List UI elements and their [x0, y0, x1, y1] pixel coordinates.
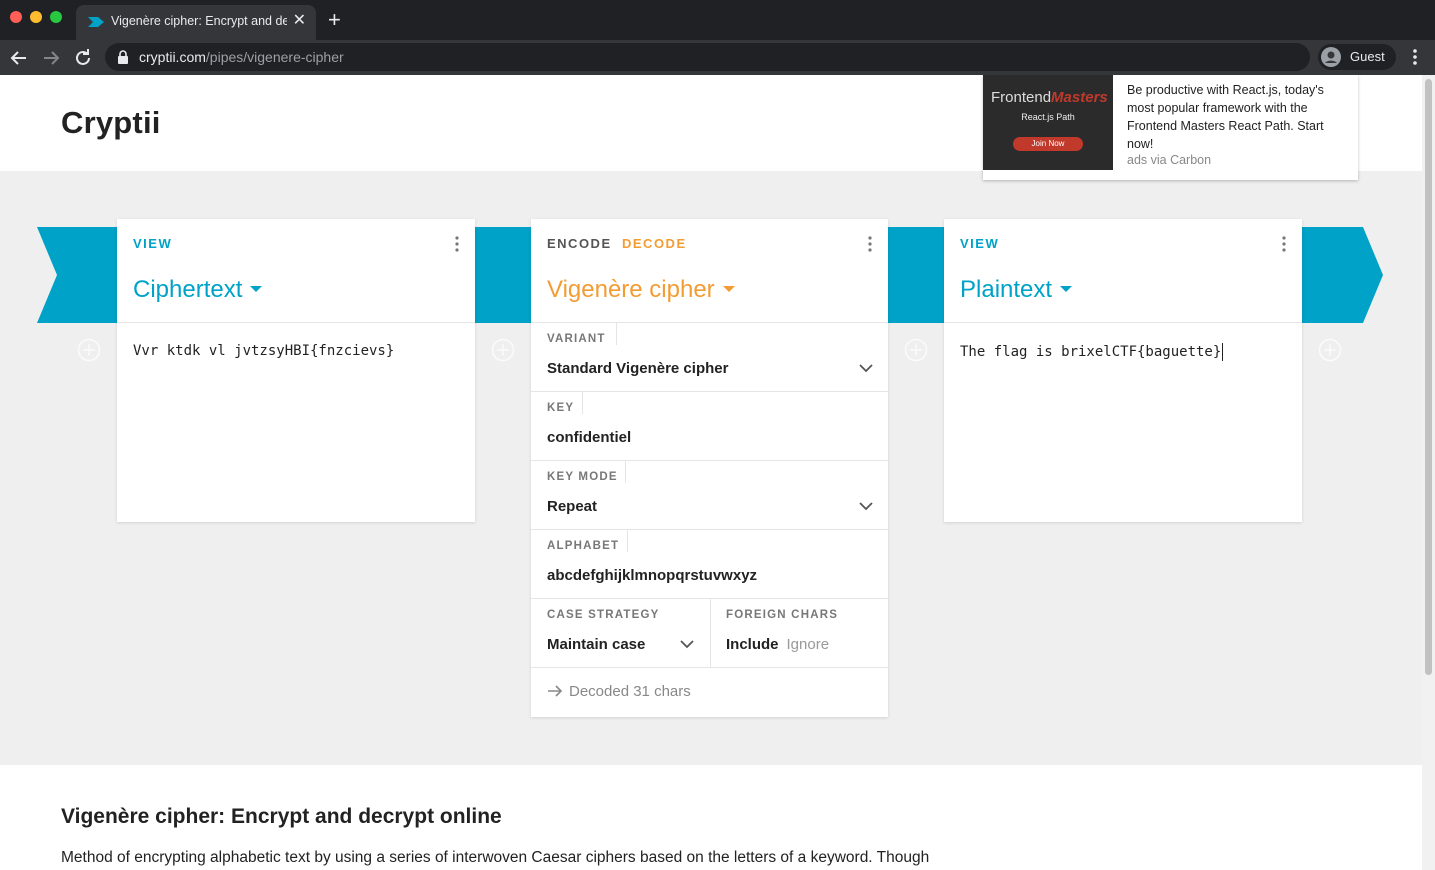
foreign-chars-label: FOREIGN CHARS — [726, 609, 839, 621]
browser-tabbar: Vigenère cipher: Encrypt and decrypt onl… — [0, 0, 1435, 40]
site-logo[interactable]: Cryptii — [61, 105, 161, 141]
vigenere-card-header: ENCODE DECODE Vigenère cipher — [531, 219, 888, 323]
forward-arrow-icon[interactable] — [39, 46, 63, 70]
chevron-down-icon[interactable] — [859, 501, 873, 511]
article-section: Vigenère cipher: Encrypt and decrypt onl… — [0, 765, 1422, 870]
add-brick-2-icon[interactable] — [491, 338, 515, 362]
browser-tab[interactable]: Vigenère cipher: Encrypt and decrypt onl… — [76, 5, 316, 40]
ciphertext-card: VIEW Ciphertext Vvr ktdk vl jvtzsyHBI{fn… — [117, 219, 475, 522]
avatar-icon — [1321, 47, 1341, 67]
caret-down-icon — [250, 285, 263, 292]
caret-down-icon — [1060, 285, 1073, 292]
ad-path-label: React.js Path — [1021, 112, 1075, 122]
add-brick-1-icon[interactable] — [77, 338, 101, 362]
profile-label: Guest — [1350, 49, 1385, 64]
variant-select[interactable]: Standard Vigenère cipher — [547, 360, 728, 377]
chevron-down-icon[interactable] — [680, 639, 694, 649]
ciphertext-card-header: VIEW Ciphertext — [117, 219, 475, 323]
new-tab-button[interactable]: + — [328, 8, 341, 32]
article-title: Vigenère cipher: Encrypt and decrypt onl… — [61, 805, 502, 828]
ad-via-link[interactable]: ads via Carbon — [1127, 153, 1211, 167]
page-content: Cryptii FrontendMasters React.js Path Jo… — [0, 75, 1422, 870]
case-foreign-row: CASE STRATEGY Maintain case FOREIGN CHAR… — [531, 599, 888, 668]
ad-text[interactable]: Be productive with React.js, today's mos… — [1127, 81, 1339, 153]
page-scrollbar[interactable] — [1422, 75, 1435, 870]
text-cursor — [1222, 343, 1224, 361]
key-field[interactable]: KEY confidentiel — [531, 392, 888, 461]
add-brick-4-icon[interactable] — [1318, 338, 1342, 362]
cryptii-favicon-icon — [88, 17, 104, 27]
plaintext-card-header: VIEW Plaintext — [944, 219, 1302, 323]
reload-icon[interactable] — [71, 46, 95, 70]
alphabet-label: ALPHABET — [547, 540, 620, 552]
url-text: cryptii.com/pipes/vigenere-cipher — [139, 49, 344, 65]
minimize-window-button[interactable] — [30, 11, 42, 23]
case-strategy-select[interactable]: Maintain case — [547, 636, 645, 653]
key-mode-select[interactable]: Repeat — [547, 498, 597, 515]
field-divider — [710, 599, 711, 668]
alphabet-field[interactable]: ALPHABET abcdefghijklmnopqrstuvwxyz — [531, 530, 888, 599]
alphabet-input[interactable]: abcdefghijklmnopqrstuvwxyz — [547, 567, 757, 584]
tab-close-icon[interactable]: ✕ — [293, 11, 306, 31]
browser-menu-icon[interactable] — [1406, 47, 1424, 67]
foreign-chars-toggle[interactable]: Include Ignore — [726, 636, 829, 653]
decode-tab[interactable]: DECODE — [622, 236, 687, 251]
lock-icon — [118, 50, 128, 64]
encode-tab[interactable]: ENCODE — [547, 236, 612, 251]
article-text: Method of encrypting alphabetic text by … — [61, 849, 930, 866]
profile-button[interactable]: Guest — [1318, 44, 1396, 70]
key-mode-field[interactable]: KEY MODE Repeat — [531, 461, 888, 530]
more-options-icon[interactable] — [1278, 235, 1290, 253]
more-options-icon[interactable] — [864, 235, 876, 253]
plaintext-card: VIEW Plaintext The flag is brixelCTF{bag… — [944, 219, 1302, 522]
ciphertext-title-dropdown[interactable]: Ciphertext — [133, 276, 263, 304]
chevron-down-icon[interactable] — [859, 363, 873, 373]
foreign-ignore-option[interactable]: Ignore — [787, 636, 830, 653]
plaintext-title-dropdown[interactable]: Plaintext — [960, 276, 1073, 304]
key-label: KEY — [547, 402, 575, 414]
caret-down-icon — [722, 285, 735, 292]
field-divider — [627, 530, 628, 552]
case-strategy-label: CASE STRATEGY — [547, 609, 660, 621]
close-window-button[interactable] — [10, 11, 22, 23]
arrow-right-icon — [548, 685, 563, 697]
add-brick-3-icon[interactable] — [904, 338, 928, 362]
field-divider — [616, 323, 617, 345]
maximize-window-button[interactable] — [50, 11, 62, 23]
ad-brand: FrontendMasters — [991, 89, 1108, 106]
carbon-ad[interactable]: FrontendMasters React.js Path Join Now B… — [983, 75, 1358, 180]
tab-title: Vigenère cipher: Encrypt and decrypt onl… — [111, 14, 287, 28]
plaintext-textarea[interactable]: The flag is brixelCTF{baguette} — [960, 343, 1224, 361]
decode-status: Decoded 31 chars — [547, 683, 691, 700]
pipe-workspace: VIEW Ciphertext Vvr ktdk vl jvtzsyHBI{fn… — [0, 171, 1422, 765]
variant-field[interactable]: VARIANT Standard Vigenère cipher — [531, 323, 888, 392]
decode-status-text: Decoded 31 chars — [569, 683, 691, 700]
ciphertext-textarea[interactable]: Vvr ktdk vl jvtzsyHBI{fnzcievs} — [133, 343, 394, 359]
address-bar[interactable]: cryptii.com/pipes/vigenere-cipher — [105, 43, 1310, 71]
foreign-include-option[interactable]: Include — [726, 636, 779, 653]
scrollbar-thumb[interactable] — [1425, 79, 1432, 675]
variant-label: VARIANT — [547, 333, 606, 345]
field-divider — [625, 461, 626, 483]
back-arrow-icon[interactable] — [7, 46, 31, 70]
pipe-end-arrow — [1301, 227, 1383, 323]
view-label: VIEW — [133, 236, 173, 251]
pipe-connector-1 — [475, 227, 531, 323]
pipe-connector-2 — [888, 227, 944, 323]
ad-join-button[interactable]: Join Now — [1013, 137, 1083, 151]
view-label: VIEW — [960, 236, 1000, 251]
more-options-icon[interactable] — [451, 235, 463, 253]
pipe-start-arrow — [37, 227, 118, 323]
key-input[interactable]: confidentiel — [547, 429, 631, 446]
key-mode-label: KEY MODE — [547, 471, 618, 483]
ad-image[interactable]: FrontendMasters React.js Path Join Now — [983, 75, 1113, 170]
vigenere-title-dropdown[interactable]: Vigenère cipher — [547, 276, 735, 304]
browser-toolbar: cryptii.com/pipes/vigenere-cipher Guest — [0, 40, 1435, 75]
field-divider — [582, 392, 583, 414]
vigenere-card: ENCODE DECODE Vigenère cipher VARIANT St… — [531, 219, 888, 717]
